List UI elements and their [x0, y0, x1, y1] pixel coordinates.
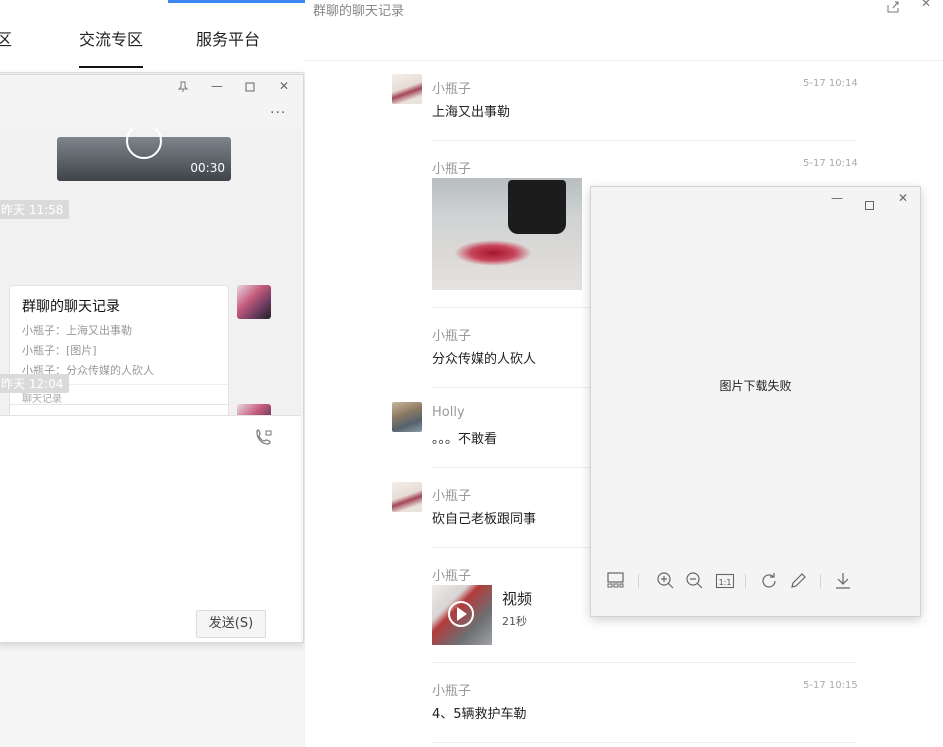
zoom-out-icon[interactable]	[685, 571, 707, 593]
rotate-icon[interactable]	[759, 571, 781, 593]
download-icon[interactable]	[833, 571, 855, 593]
history-title: 群聊的聊天记录	[313, 4, 405, 19]
record-line: 小瓶子：[图片]	[22, 344, 97, 357]
chat-message-list[interactable]: 00:30 昨天 11:58 群聊的聊天记录 小瓶子：上海又出事勒 小瓶子：[图…	[0, 129, 301, 415]
active-accent-bar	[168, 0, 305, 3]
minimize-icon[interactable]: —	[211, 79, 223, 93]
message-time: 5-17 10:14	[803, 78, 858, 89]
minimize-icon[interactable]: —	[831, 191, 843, 205]
message-divider	[432, 140, 856, 141]
image-viewer-window: — ✕ 图片下载失败 1:1	[590, 186, 921, 617]
video-duration: 00:30	[190, 161, 225, 175]
top-navigation: 区 交流专区 服务平台	[0, 0, 305, 73]
toolbar-separator	[745, 574, 746, 588]
message-divider	[432, 662, 856, 663]
avatar[interactable]	[392, 74, 422, 104]
image-message[interactable]	[432, 178, 582, 290]
sender-name: 小瓶子	[432, 569, 472, 584]
active-tab-underline	[79, 66, 143, 68]
sender-name: Holly	[432, 405, 465, 420]
close-icon[interactable]: ✕	[921, 0, 931, 10]
message-text: 上海又出事勒	[432, 105, 511, 120]
zoom-in-icon[interactable]	[656, 571, 678, 593]
actual-size-icon[interactable]: 1:1	[715, 571, 737, 593]
sender-name: 小瓶子	[432, 684, 472, 699]
video-title: 视频	[502, 590, 533, 608]
message-text: 砍自己老板跟同事	[432, 512, 537, 527]
message-card[interactable]	[9, 404, 229, 415]
message-time: 5-17 10:15	[803, 680, 858, 691]
image-viewer-toolbar: 1:1	[591, 571, 920, 601]
nav-tab-community[interactable]: 交流专区	[79, 26, 143, 50]
video-message-thumbnail[interactable]	[432, 585, 492, 645]
record-card-title: 群聊的聊天记录	[22, 299, 120, 315]
edit-icon[interactable]	[788, 571, 810, 593]
share-icon[interactable]	[886, 0, 900, 17]
maximize-icon[interactable]	[865, 195, 874, 214]
maximize-icon[interactable]	[245, 81, 255, 95]
video-message-thumbnail[interactable]: 00:30	[57, 129, 231, 181]
send-button[interactable]: 发送(S)	[196, 610, 266, 638]
play-icon	[126, 129, 162, 159]
avatar[interactable]	[237, 285, 271, 319]
toolbar-separator	[820, 574, 821, 588]
sender-name: 小瓶子	[432, 489, 472, 504]
avatar[interactable]	[392, 482, 422, 512]
avatar[interactable]	[392, 402, 422, 432]
message-text: 4、5辆救护车勒	[432, 707, 527, 722]
thumbnail-strip-icon[interactable]	[606, 571, 628, 593]
nav-tab-partial[interactable]: 区	[0, 26, 12, 50]
message-time: 5-17 10:14	[803, 158, 858, 169]
nav-tab-service[interactable]: 服务平台	[196, 26, 260, 50]
chat-window: — ✕ ··· 00:30 昨天 11:58 群聊的聊天记录 小瓶子：上海又出事…	[0, 74, 304, 643]
pin-icon[interactable]	[177, 81, 189, 96]
close-icon[interactable]: ✕	[898, 191, 908, 205]
more-options-icon[interactable]: ···	[270, 105, 286, 121]
message-compose-area[interactable]: 发送(S)	[0, 415, 301, 642]
avatar[interactable]	[237, 404, 271, 415]
sender-name: 小瓶子	[432, 162, 472, 177]
toolbar-separator	[638, 574, 639, 588]
time-divider: 昨天 12:04	[0, 374, 70, 393]
image-load-error-message: 图片下载失败	[719, 379, 792, 393]
record-line: 小瓶子：上海又出事勒	[22, 324, 132, 337]
message-divider	[432, 742, 856, 743]
close-icon[interactable]: ✕	[279, 79, 289, 93]
video-call-icon[interactable]	[255, 428, 273, 446]
header-divider	[305, 60, 943, 61]
sender-name: 小瓶子	[432, 82, 472, 97]
message-text: 分众传媒的人砍人	[432, 352, 537, 367]
main-app-window: 区 交流专区 服务平台 — ✕ ··· 00:30 昨天 11:58 群聊的聊天…	[0, 0, 306, 747]
video-duration: 21秒	[502, 615, 527, 628]
time-divider: 昨天 11:58	[0, 200, 70, 219]
svg-text:1:1: 1:1	[719, 578, 732, 587]
sender-name: 小瓶子	[432, 329, 472, 344]
message-text: 。。。不敢看	[432, 432, 498, 447]
